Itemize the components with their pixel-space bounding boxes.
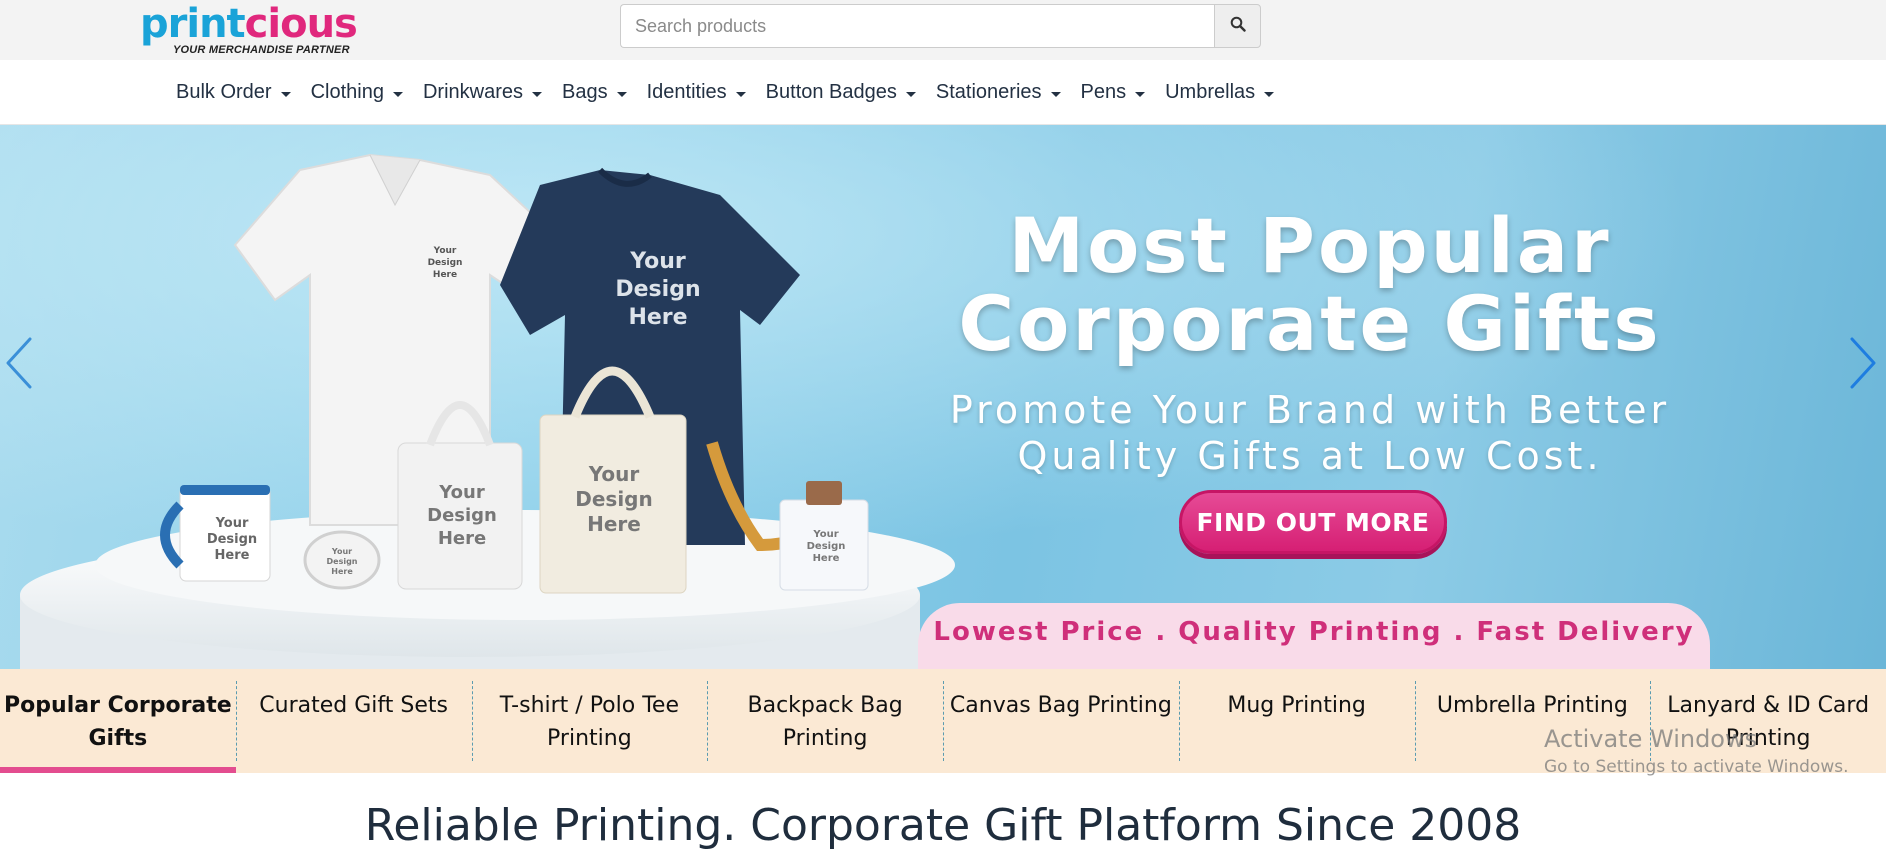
svg-text:Here: Here xyxy=(628,305,687,330)
search-icon xyxy=(1230,16,1246,36)
svg-text:Here: Here xyxy=(433,270,457,280)
caret-down-icon xyxy=(532,91,543,97)
svg-text:Your: Your xyxy=(629,249,686,274)
nav-item-clothing[interactable]: Clothing xyxy=(301,60,413,125)
svg-text:Here: Here xyxy=(813,553,840,564)
tab-mug-printing[interactable]: Mug Printing xyxy=(1178,669,1415,773)
nav-item-label: Bulk Order xyxy=(176,81,272,103)
svg-text:Here: Here xyxy=(587,512,641,536)
caret-down-icon xyxy=(735,91,746,97)
nav-item-stationeries[interactable]: Stationeries xyxy=(926,60,1071,125)
carousel-prev-button[interactable] xyxy=(0,333,40,393)
printcious-logo[interactable]: printcious YOUR MERCHANDISE PARTNER xyxy=(140,1,380,56)
hero-banner[interactable]: Your Design Here Your Design Here Your D… xyxy=(0,125,1886,669)
svg-text:Your: Your xyxy=(588,462,640,486)
logo-wordmark: printcious xyxy=(140,1,358,47)
nav-item-drinkwares[interactable]: Drinkwares xyxy=(413,60,552,125)
tab-label: Curated Gift Sets xyxy=(259,693,448,718)
search-bar xyxy=(620,4,1261,48)
find-out-more-button[interactable]: FIND OUT MORE xyxy=(1179,490,1447,554)
tab-label: Backpack Bag Printing xyxy=(747,693,903,751)
tab-canvas-bag-printing[interactable]: Canvas Bag Printing xyxy=(943,669,1179,773)
hero-benefits-text: Lowest Price . Quality Printing . Fast D… xyxy=(933,617,1695,647)
main-nav: Bulk Order Clothing Drinkwares Bags Iden… xyxy=(0,60,1886,125)
tab-label: T-shirt / Polo Tee Printing xyxy=(499,693,679,751)
hero-title: Most Popular Corporate Gifts xyxy=(940,207,1680,363)
nav-item-bags[interactable]: Bags xyxy=(552,60,637,125)
hero-subtitle: Promote Your Brand with Better Quality G… xyxy=(920,387,1700,479)
nav-item-label: Drinkwares xyxy=(422,81,524,103)
caret-down-icon xyxy=(905,91,916,97)
section-heading: Reliable Printing. Corporate Gift Platfo… xyxy=(364,800,1522,851)
svg-text:Your: Your xyxy=(438,482,485,503)
search-input[interactable] xyxy=(620,4,1214,48)
tab-backpack-bag-printing[interactable]: Backpack Bag Printing xyxy=(707,669,943,773)
nav-item-umbrellas[interactable]: Umbrellas xyxy=(1155,60,1284,125)
nav-item-label: Pens xyxy=(1080,81,1127,103)
tab-popular-corporate-gifts[interactable]: Popular Corporate Gifts xyxy=(0,669,236,773)
tab-curated-gift-sets[interactable]: Curated Gift Sets xyxy=(235,669,472,773)
svg-text:Design: Design xyxy=(807,541,846,552)
caret-down-icon xyxy=(1264,91,1275,97)
hero-title-line: Most Popular xyxy=(1008,201,1612,290)
tab-label: Canvas Bag Printing xyxy=(949,693,1172,718)
top-bar: printcious YOUR MERCHANDISE PARTNER xyxy=(0,0,1886,60)
search-button[interactable] xyxy=(1214,4,1261,48)
tab-label: Umbrella Printing xyxy=(1436,693,1628,718)
nav-item-bulk-order[interactable]: Bulk Order xyxy=(166,60,301,125)
carousel-next-button[interactable] xyxy=(1842,333,1882,393)
svg-text:Your: Your xyxy=(215,516,249,531)
nav-item-identities[interactable]: Identities xyxy=(637,60,756,125)
svg-text:Here: Here xyxy=(438,528,486,549)
logo-tagline: YOUR MERCHANDISE PARTNER xyxy=(173,44,350,56)
svg-text:Design: Design xyxy=(207,532,257,547)
caret-down-icon xyxy=(1050,91,1061,97)
nav-item-label: Stationeries xyxy=(935,81,1042,103)
svg-text:Here: Here xyxy=(215,548,250,563)
tab-lanyard-id-card-printing[interactable]: Lanyard & ID Card Printing xyxy=(1650,669,1886,773)
chevron-right-icon xyxy=(1850,337,1876,389)
nav-item-label: Bags xyxy=(562,81,608,103)
chevron-left-icon xyxy=(6,337,32,389)
hero-title-line: Corporate Gifts xyxy=(958,279,1662,368)
nav-item-label: Identities xyxy=(646,81,727,103)
tab-label: Mug Printing xyxy=(1227,693,1366,718)
nav-item-pens[interactable]: Pens xyxy=(1071,60,1156,125)
caret-down-icon xyxy=(280,91,291,97)
svg-text:Design: Design xyxy=(615,277,700,302)
caret-down-icon xyxy=(616,91,627,97)
svg-text:Your: Your xyxy=(331,547,352,556)
tab-label: Popular Corporate Gifts xyxy=(4,693,232,751)
svg-text:Design: Design xyxy=(427,505,497,526)
nav-item-button-badges[interactable]: Button Badges xyxy=(756,60,926,125)
tab-umbrella-printing[interactable]: Umbrella Printing xyxy=(1414,669,1651,773)
nav-item-label: Button Badges xyxy=(765,81,897,103)
nav-item-label: Clothing xyxy=(310,81,384,103)
caret-down-icon xyxy=(392,91,403,97)
category-tabs: Popular Corporate Gifts Curated Gift Set… xyxy=(0,669,1886,773)
svg-text:Your: Your xyxy=(433,246,457,256)
tab-tshirt-polo-tee-printing[interactable]: T-shirt / Polo Tee Printing xyxy=(471,669,708,773)
nav-list: Bulk Order Clothing Drinkwares Bags Iden… xyxy=(166,60,1284,125)
svg-text:Your: Your xyxy=(812,529,838,540)
hero-subtitle-line: Promote Your Brand with Better xyxy=(949,388,1671,432)
nav-item-label: Umbrellas xyxy=(1165,81,1256,103)
svg-text:Here: Here xyxy=(331,567,353,576)
svg-text:Design: Design xyxy=(428,258,463,268)
svg-text:Design: Design xyxy=(575,487,652,511)
hero-subtitle-line: Quality Gifts at Low Cost. xyxy=(1017,434,1603,478)
tab-label: Lanyard & ID Card Printing xyxy=(1667,693,1870,751)
svg-text:Design: Design xyxy=(327,557,358,566)
caret-down-icon xyxy=(1135,91,1146,97)
